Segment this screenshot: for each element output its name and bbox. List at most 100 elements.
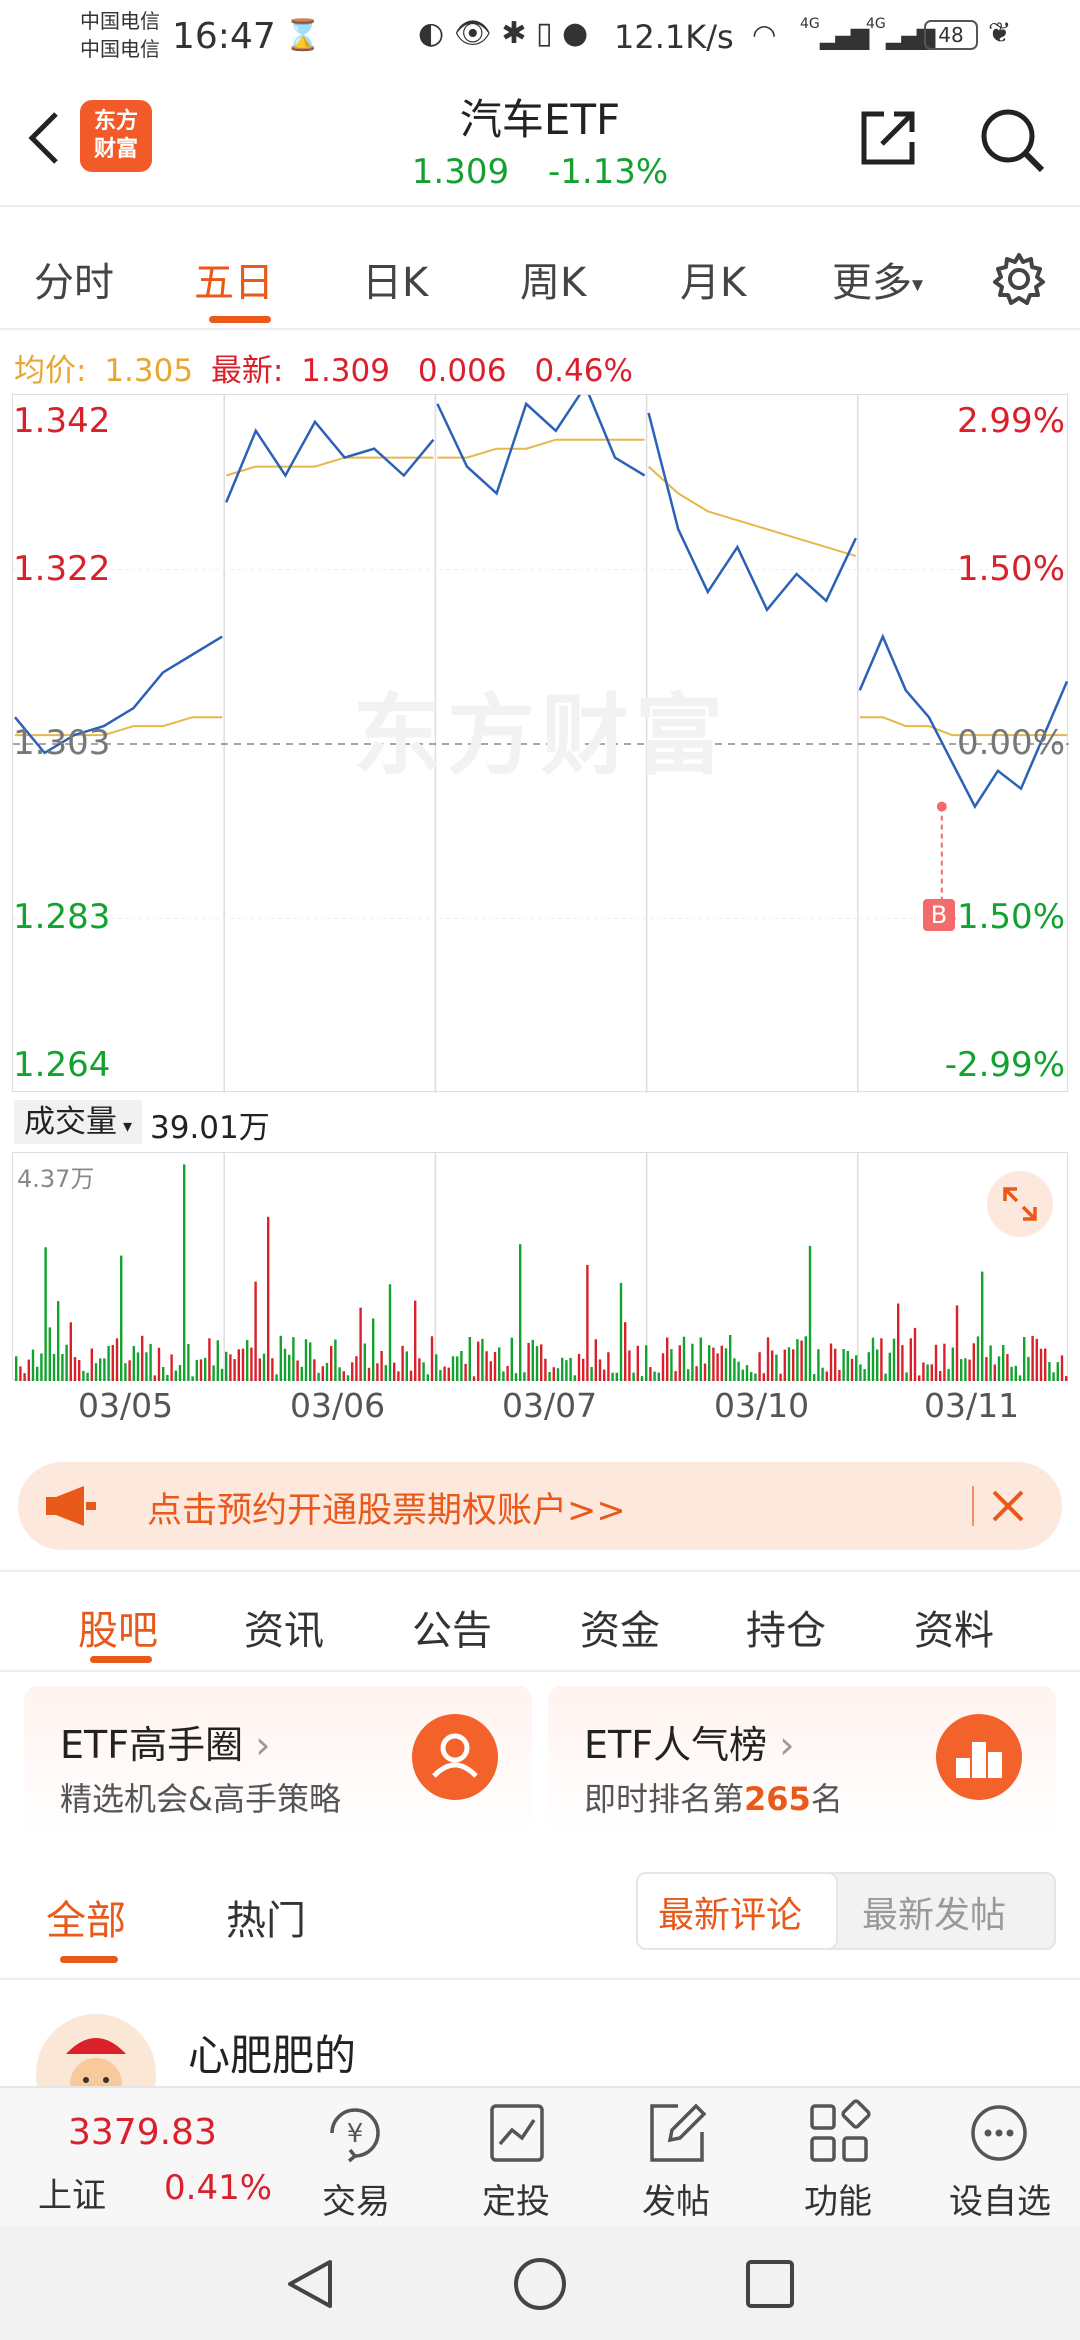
- volume-bar: [573, 1375, 576, 1381]
- post-username[interactable]: 心肥肥的: [188, 2022, 356, 2083]
- volume-bar: [577, 1353, 581, 1381]
- volume-bar: [582, 1358, 585, 1381]
- nav-add-watchlist-label[interactable]: 设自选: [940, 2174, 1060, 2223]
- volume-bar: [472, 1376, 476, 1381]
- megaphone-icon: [44, 1484, 98, 1532]
- volume-bar: [481, 1338, 484, 1381]
- x-tick-1: 03/05: [78, 1386, 174, 1425]
- post-button[interactable]: [642, 2098, 712, 2168]
- filter-all[interactable]: 全部: [46, 1888, 126, 1946]
- tab-more[interactable]: 更多▾: [832, 250, 923, 308]
- system-home-button[interactable]: [512, 2256, 568, 2316]
- volume-bar: [149, 1343, 152, 1381]
- y-tick-left-3: 1.303: [13, 723, 111, 763]
- system-recents-button[interactable]: [744, 2258, 796, 2314]
- index-value[interactable]: 3379.83: [68, 2112, 217, 2153]
- tab-day-k[interactable]: 日K: [362, 250, 428, 308]
- volume-bar: [850, 1358, 854, 1381]
- trade-icon: ¥: [330, 2108, 380, 2163]
- volume-bar: [745, 1365, 749, 1381]
- volume-bar: [691, 1343, 694, 1381]
- expand-button[interactable]: [987, 1171, 1053, 1237]
- volume-bar: [628, 1350, 631, 1381]
- tab-month-k[interactable]: 月K: [680, 250, 746, 308]
- nav-functions-label[interactable]: 功能: [778, 2174, 898, 2223]
- volume-bar: [514, 1373, 518, 1381]
- y-tick-left-1: 1.342: [13, 401, 111, 441]
- sort-latest-comments[interactable]: 最新评论: [658, 1886, 802, 1938]
- tab-announcements[interactable]: 公告: [412, 1598, 492, 1656]
- price-chart[interactable]: 东方财富 1.342 1.322 1.303 1.283 1.264 2.99%…: [12, 394, 1069, 1093]
- volume-bar: [724, 1348, 728, 1381]
- card-subtitle: 即时排名第265名: [584, 1780, 843, 1818]
- volume-bar: [649, 1367, 652, 1381]
- tab-holdings[interactable]: 持仓: [746, 1598, 826, 1656]
- volume-bar: [535, 1346, 539, 1381]
- share-button[interactable]: [856, 106, 920, 174]
- tab-news[interactable]: 资讯: [244, 1598, 324, 1656]
- volume-bar: [955, 1305, 959, 1381]
- index-change[interactable]: 0.41%: [164, 2168, 272, 2208]
- tab-fenshi[interactable]: 分时: [34, 250, 114, 308]
- tab-week-k[interactable]: 周K: [520, 250, 586, 308]
- volume-bar: [813, 1374, 816, 1381]
- volume-bar: [758, 1352, 761, 1381]
- volume-bar: [590, 1367, 593, 1381]
- tab-five-day[interactable]: 五日: [194, 250, 274, 308]
- functions-button[interactable]: [804, 2098, 874, 2168]
- volume-bar: [275, 1374, 278, 1381]
- carrier-2: 中国电信: [80, 37, 160, 61]
- volume-bar: [867, 1352, 870, 1381]
- volume-bar: [23, 1373, 26, 1381]
- nav-invest-plan-label[interactable]: 定投: [456, 2174, 576, 2223]
- volume-bar: [65, 1344, 68, 1381]
- volume-bar: [86, 1372, 89, 1381]
- nav-trade-label[interactable]: 交易: [296, 2174, 416, 2223]
- volume-chart[interactable]: 4.37万: [12, 1152, 1068, 1381]
- status-bar: 中国电信 中国电信 16:47 ⌛ ◐ 👁 ✱ ▯ ● 12.1K/s ◠ 4G…: [0, 0, 1080, 72]
- index-name[interactable]: 上证: [38, 2168, 106, 2217]
- volume-bar: [985, 1357, 988, 1381]
- volume-bar: [527, 1342, 530, 1381]
- promo-text[interactable]: 点击预约开通股票期权账户>>: [147, 1482, 626, 1533]
- volume-max-label: 4.37万: [17, 1165, 95, 1193]
- close-icon: [992, 1490, 1024, 1522]
- volume-bar: [359, 1307, 362, 1381]
- volume-bar: [905, 1372, 908, 1381]
- share-icon: [861, 111, 915, 165]
- buy-marker[interactable]: B: [923, 899, 955, 931]
- tab-funds[interactable]: 资金: [580, 1598, 660, 1656]
- volume-bar: [237, 1349, 240, 1381]
- volume-bar: [94, 1363, 98, 1381]
- system-back-button[interactable]: [284, 2256, 336, 2316]
- nav-post-label[interactable]: 发帖: [616, 2174, 736, 2223]
- promo-divider: [972, 1486, 974, 1526]
- search-button[interactable]: [976, 104, 1048, 180]
- add-watchlist-button[interactable]: [964, 2098, 1034, 2168]
- settings-button[interactable]: [992, 252, 1046, 310]
- latest-label: 最新:: [210, 353, 284, 389]
- volume-bar: [103, 1358, 106, 1381]
- volume-bar: [447, 1367, 450, 1381]
- filter-hot[interactable]: 热门: [226, 1888, 306, 1946]
- invest-plan-button[interactable]: [482, 2098, 552, 2168]
- volume-bar: [556, 1368, 560, 1381]
- volume-bar: [783, 1349, 786, 1381]
- tab-guba[interactable]: 股吧: [78, 1598, 158, 1656]
- volume-bar: [565, 1360, 568, 1381]
- volume-bar: [989, 1345, 992, 1381]
- etf-expert-circle-card[interactable]: ETF高手圈 › 精选机会&高手策略: [24, 1686, 532, 1834]
- volume-bar: [502, 1371, 505, 1381]
- volume-selector[interactable]: 成交量 ▾: [14, 1100, 143, 1144]
- promo-close-button[interactable]: [990, 1488, 1026, 1528]
- sort-latest-posts[interactable]: 最新发帖: [862, 1886, 1006, 1938]
- tab-profile[interactable]: 资料: [914, 1598, 994, 1656]
- etf-popularity-card[interactable]: ETF人气榜 › 即时排名第265名: [548, 1686, 1056, 1834]
- volume-bar: [829, 1343, 833, 1381]
- y-tick-right-5: -2.99%: [944, 1045, 1065, 1085]
- trade-button[interactable]: ¥: [320, 2098, 390, 2168]
- y-tick-left-5: 1.264: [13, 1045, 111, 1085]
- volume-bar: [561, 1357, 564, 1381]
- volume-bar: [981, 1271, 984, 1381]
- volume-bar: [687, 1369, 690, 1381]
